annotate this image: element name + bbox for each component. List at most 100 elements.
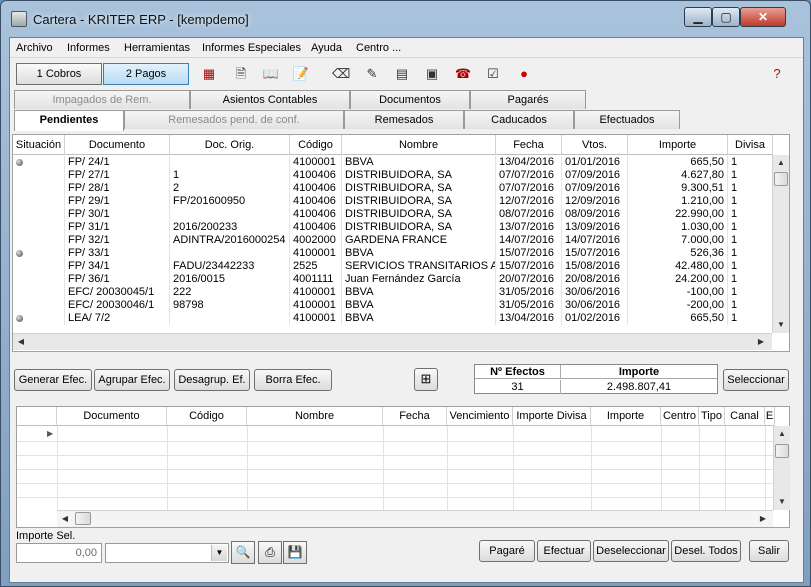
importe-sel-input[interactable]: 0,00 (16, 543, 102, 563)
save-icon[interactable]: 💾 (283, 541, 307, 564)
col-header-divisa[interactable]: Divisa (728, 135, 773, 155)
tab-documentos[interactable]: Documentos (350, 90, 470, 109)
scroll-thumb[interactable] (75, 512, 91, 525)
efectuar-button[interactable]: Efectuar (537, 540, 591, 562)
scroll-down-icon[interactable]: ▼ (773, 317, 789, 333)
col-header-nombre[interactable]: Nombre (342, 135, 496, 155)
table-row[interactable]: FP/ 28/1 2 4100406 DISTRIBUIDORA, SA 07/07/2… (13, 182, 773, 195)
col-header-importe-2[interactable]: Importe (591, 407, 661, 426)
importe-value: 2.498.807,41 (606, 381, 672, 393)
minimize-button[interactable]: ▁ (684, 7, 712, 27)
pagos-button[interactable]: 2 Pagos (103, 63, 189, 85)
table-row[interactable]: EFC/ 20030046/1 98798 4100001 BBVA 31/05/201… (13, 299, 773, 312)
tab-efectuados[interactable]: Efectuados (574, 110, 680, 129)
table-row[interactable]: FP/ 34/1 FADU/23442233 2525 SERVICIOS TRANS… (13, 260, 773, 273)
deseleccionar-button[interactable]: Deseleccionar (593, 540, 669, 562)
menu-herramientas[interactable]: Herramientas (124, 42, 190, 54)
col-header-codigo-2[interactable]: Código (167, 407, 247, 426)
tab-pagares[interactable]: Pagarés (470, 90, 586, 109)
cell-nombre: BBVA (342, 286, 496, 299)
scroll-right-icon[interactable]: ▶ (755, 511, 771, 527)
pagare-button[interactable]: Pagaré (479, 540, 535, 562)
col-header-nombre-2[interactable]: Nombre (247, 407, 383, 426)
col-header-importe-divisa[interactable]: Importe Divisa (513, 407, 591, 426)
col-header-fecha[interactable]: Fecha (496, 135, 562, 155)
cell-fecha: 15/07/2016 (496, 260, 562, 273)
col-header-e[interactable]: E (765, 407, 775, 426)
col-header-vencimiento[interactable]: Vencimiento (447, 407, 513, 426)
col-header-situacion[interactable]: Situación (13, 135, 65, 155)
col-header-doc-orig[interactable]: Doc. Orig. (170, 135, 290, 155)
seleccionar-button[interactable]: Seleccionar (723, 369, 789, 391)
checklist-icon[interactable]: ☑ (484, 65, 502, 83)
edit-note-icon[interactable]: 📝 (292, 65, 310, 83)
col-header-importe[interactable]: Importe (628, 135, 728, 155)
table-row[interactable]: LEA/ 7/2 4100001 BBVA 13/04/2016 01/02/2016 6… (13, 312, 773, 325)
preview-icon[interactable]: 🔍 (231, 541, 255, 564)
scroll-left-icon[interactable]: ◀ (13, 334, 29, 350)
grid-horizontal-scrollbar[interactable]: ◀ ▶ (13, 333, 772, 350)
menu-ayuda[interactable]: Ayuda (311, 42, 342, 54)
cell-doc-orig: 222 (170, 286, 290, 299)
help-icon[interactable]: ? (768, 65, 786, 83)
col-header-canal[interactable]: Canal (725, 407, 765, 426)
importe-label: Importe (561, 365, 717, 379)
table-row[interactable]: FP/ 24/1 4100001 BBVA 13/04/2016 01/01/2016 6… (13, 156, 773, 169)
menu-centro[interactable]: Centro ... (356, 42, 401, 54)
table-row[interactable]: FP/ 30/1 4100406 DISTRIBUIDORA, SA 08/07/20… (13, 208, 773, 221)
menu-informes[interactable]: Informes (67, 42, 110, 54)
col-header-vtos[interactable]: Vtos. (562, 135, 628, 155)
maximize-button[interactable]: ▢ (712, 7, 740, 27)
table-row[interactable]: FP/ 27/1 1 4100406 DISTRIBUIDORA, SA 07/07/2… (13, 169, 773, 182)
scroll-down-icon[interactable]: ▼ (774, 494, 790, 510)
close-button[interactable]: ✕ (740, 7, 786, 27)
table-row[interactable]: FP/ 36/1 2016/0015 4001111 Juan Fernández G… (13, 273, 773, 286)
print-icon[interactable]: ⎙ (258, 541, 282, 564)
borra-efec-button[interactable]: Borra Efec. (254, 369, 332, 391)
grid2-vertical-scrollbar[interactable]: ▲ ▼ (773, 426, 790, 510)
new-document-icon[interactable]: 🗎 (232, 65, 250, 83)
col-header-documento[interactable]: Documento (65, 135, 170, 155)
book-icon[interactable]: 📖 (262, 65, 280, 83)
table-row[interactable]: FP/ 33/1 4100001 BBVA 15/07/2016 15/07/2016 5… (13, 247, 773, 260)
tab-pendientes[interactable]: Pendientes (14, 110, 124, 131)
salir-button[interactable]: Salir (749, 540, 789, 562)
menu-archivo[interactable]: Archivo (16, 42, 53, 54)
table-row[interactable]: FP/ 32/1 ADINTRA/2016000254 4002000 GARDENA… (13, 234, 773, 247)
agrupar-efec-button[interactable]: Agrupar Efec. (94, 369, 170, 391)
table-row[interactable]: FP/ 29/1 FP/201600950 4100406 DISTRIBUIDORA… (13, 195, 773, 208)
pin-icon[interactable]: ● (515, 65, 533, 83)
col-header-fecha-2[interactable]: Fecha (383, 407, 447, 426)
grid2-horizontal-scrollbar[interactable]: ◀ ▶ (57, 510, 773, 527)
tab-asientos[interactable]: Asientos Contables (190, 90, 350, 109)
tab-caducados[interactable]: Caducados (464, 110, 574, 129)
eraser-icon[interactable]: ⌫ (332, 65, 350, 83)
scroll-left-icon[interactable]: ◀ (57, 511, 73, 527)
scroll-right-icon[interactable]: ▶ (753, 334, 769, 350)
grid-vertical-scrollbar[interactable]: ▲ ▼ (772, 155, 789, 333)
col-header-codigo[interactable]: Código (290, 135, 342, 155)
grid-icon[interactable]: ▦ (200, 65, 218, 83)
table-row[interactable]: FP/ 31/1 2016/200233 4100406 DISTRIBUIDORA,… (13, 221, 773, 234)
selection-combo[interactable]: ▼ (105, 543, 229, 563)
scroll-up-icon[interactable]: ▲ (774, 426, 790, 442)
scroll-up-icon[interactable]: ▲ (773, 155, 789, 171)
scroll-thumb[interactable] (775, 444, 789, 458)
menu-informes-especiales[interactable]: Informes Especiales (202, 42, 301, 54)
tree-structure-icon[interactable]: ⊞ (414, 368, 438, 391)
col-header-centro[interactable]: Centro (661, 407, 699, 426)
col-header-tipo[interactable]: Tipo (699, 407, 725, 426)
table-row[interactable]: EFC/ 20030045/1 222 4100001 BBVA 31/05/2016 3… (13, 286, 773, 299)
pen-icon[interactable]: ✎ (363, 65, 381, 83)
cobros-button[interactable]: 1 Cobros (16, 63, 102, 85)
documents-icon[interactable]: ▤ (393, 65, 411, 83)
generar-efec-button[interactable]: Generar Efec. (14, 369, 92, 391)
table-icon[interactable]: ▣ (423, 65, 441, 83)
desel-todos-button[interactable]: Desel. Todos (671, 540, 741, 562)
phone-icon[interactable]: ☎ (454, 65, 472, 83)
chevron-down-icon[interactable]: ▼ (211, 545, 227, 561)
scroll-thumb[interactable] (774, 172, 788, 186)
desagrup-ef-button[interactable]: Desagrup. Ef. (174, 369, 250, 391)
tab-remesados[interactable]: Remesados (344, 110, 464, 129)
col-header-documento-2[interactable]: Documento (57, 407, 167, 426)
